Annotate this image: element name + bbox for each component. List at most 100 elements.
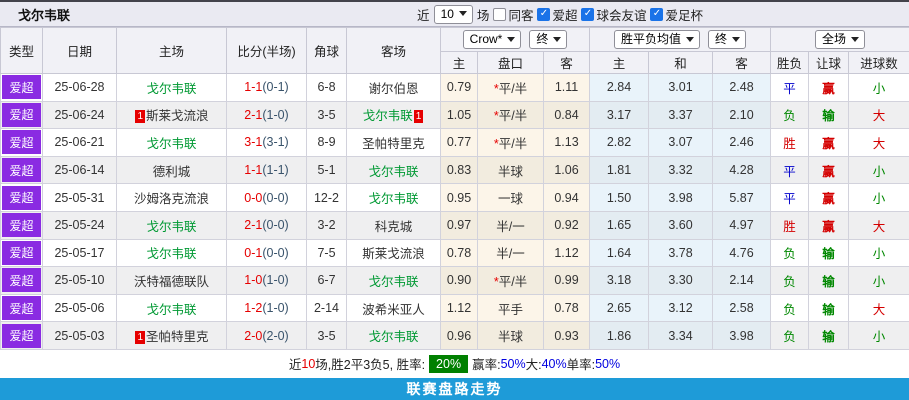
wdl-result: 胜 [771, 211, 809, 239]
result-scope-select[interactable]: 全场 [815, 30, 865, 49]
league-badge[interactable]: 爱超 [2, 75, 41, 99]
league-badge[interactable]: 爱超 [2, 186, 41, 210]
league-badge[interactable]: 爱超 [2, 268, 41, 292]
league-type-cell: 爱超 [1, 211, 43, 239]
ah-away-odds: 0.92 [544, 211, 590, 239]
ah-state-select[interactable]: 终 [529, 30, 567, 49]
team-name[interactable]: 圣帕特里克 [362, 137, 425, 151]
team-name[interactable]: 戈尔韦联 [368, 165, 418, 179]
handicap-result: 赢 [809, 156, 849, 184]
match-date: 25-06-28 [43, 74, 117, 102]
team-name[interactable]: 戈尔韦联 [368, 330, 418, 344]
wdl-result: 平 [771, 184, 809, 212]
ah-line: *平/半 [478, 129, 544, 157]
subheader-wdl: 胜负 [771, 52, 809, 74]
odds-state-select[interactable]: 终 [708, 30, 746, 49]
table-row: 爱超25-05-031圣帕特里克2-0(2-0)3-5戈尔韦联0.96半球0.9… [1, 322, 909, 350]
odds-draw: 3.01 [649, 74, 713, 102]
halftime-score: (1-0) [262, 273, 288, 287]
fulltime-score: 1-1 [244, 163, 262, 177]
match-date: 25-06-14 [43, 156, 117, 184]
odds-draw: 3.78 [649, 239, 713, 267]
cup-checkbox[interactable]: ✓ [650, 8, 663, 21]
team-name[interactable]: 戈尔韦联 [146, 82, 196, 96]
team-name[interactable]: 科克城 [375, 220, 413, 234]
team-name[interactable]: 戈尔韦联 [146, 220, 196, 234]
ah-bookmaker-select[interactable]: Crow* [463, 30, 522, 49]
fulltime-score: 3-1 [244, 135, 262, 149]
ah-home-odds: 0.77 [441, 129, 478, 157]
team-name[interactable]: 波希米亚人 [362, 303, 425, 317]
league-badge[interactable]: 爱超 [2, 103, 41, 127]
odds-home: 1.64 [590, 239, 649, 267]
fulltime-score: 1-0 [244, 273, 262, 287]
corners: 3-5 [307, 322, 347, 350]
ah-away-odds: 1.06 [544, 156, 590, 184]
halftime-score: (0-1) [262, 80, 288, 94]
subheader-odds-home: 主 [590, 52, 649, 74]
odds-away: 2.14 [713, 267, 771, 295]
odds-draw: 3.60 [649, 211, 713, 239]
league-checkbox[interactable]: ✓ [537, 8, 550, 21]
chevron-down-icon [459, 11, 467, 16]
league-badge[interactable]: 爱超 [2, 158, 41, 182]
league-badge[interactable]: 爱超 [2, 241, 41, 265]
team-name[interactable]: 斯莱戈流浪 [146, 109, 209, 123]
team-name[interactable]: 沃特福德联队 [134, 275, 209, 289]
halftime-score: (1-0) [262, 108, 288, 122]
red-card-badge: 1 [135, 110, 145, 123]
home-team: 戈尔韦联 [117, 129, 227, 157]
wdl-result: 负 [771, 294, 809, 322]
team-name[interactable]: 斯莱戈流浪 [362, 247, 425, 261]
friendly-checkbox[interactable]: ✓ [581, 8, 594, 21]
league-badge[interactable]: 爱超 [2, 296, 41, 320]
team-name[interactable]: 谢尔伯恩 [368, 82, 418, 96]
goals-result: 大 [849, 101, 909, 129]
subheader-ah-home: 主 [441, 52, 478, 74]
home-team: 1斯莱戈流浪 [117, 101, 227, 129]
summary-text: 场,胜2平3负5, 胜率: [315, 354, 425, 373]
league-badge[interactable]: 爱超 [2, 130, 41, 154]
odds-home: 1.65 [590, 211, 649, 239]
match-date: 25-05-17 [43, 239, 117, 267]
same-away-checkbox[interactable] [493, 8, 506, 21]
subheader-odds-away: 客 [713, 52, 771, 74]
home-team: 戈尔韦联 [117, 239, 227, 267]
score-cell: 2-0(2-0) [227, 322, 307, 350]
odds-type-select[interactable]: 胜平负均值 [614, 30, 700, 49]
league-badge[interactable]: 爱超 [2, 324, 41, 348]
home-team: 戈尔韦联 [117, 294, 227, 322]
games-count-select[interactable]: 10 [434, 5, 473, 24]
league-badge[interactable]: 爱超 [2, 213, 41, 237]
away-team: 谢尔伯恩 [347, 74, 441, 102]
friendly-checkbox-label: 球会友谊 [596, 5, 646, 24]
fulltime-score: 1-2 [244, 301, 262, 315]
table-row: 爱超25-06-21戈尔韦联3-1(3-1)8-9圣帕特里克0.77*平/半1.… [1, 129, 909, 157]
table-row: 爱超25-05-24戈尔韦联2-1(0-0)3-2科克城0.97半/一0.921… [1, 211, 909, 239]
chevron-down-icon [851, 37, 859, 42]
handicap-result: 输 [809, 294, 849, 322]
section-footer: 联赛盘路走势 [0, 378, 909, 400]
col-header-score: 比分(半场) [227, 28, 307, 74]
team-name[interactable]: 戈尔韦联 [146, 137, 196, 151]
odds-draw: 3.98 [649, 184, 713, 212]
handicap-result: 赢 [809, 129, 849, 157]
ah-away-odds: 0.99 [544, 267, 590, 295]
ah-line: 平手 [478, 294, 544, 322]
team-name[interactable]: 戈尔韦联 [368, 192, 418, 206]
goals-result: 小 [849, 322, 909, 350]
team-name[interactable]: 戈尔韦联 [368, 275, 418, 289]
odds-home: 3.17 [590, 101, 649, 129]
team-name[interactable]: 德利城 [153, 165, 191, 179]
team-name[interactable]: 戈尔韦联 [363, 109, 413, 123]
league-type-cell: 爱超 [1, 267, 43, 295]
summary-text: 近 [289, 354, 302, 373]
corners: 8-9 [307, 129, 347, 157]
odds-draw: 3.34 [649, 322, 713, 350]
handicap-result: 输 [809, 101, 849, 129]
subheader-goals: 进球数 [849, 52, 909, 74]
team-name[interactable]: 戈尔韦联 [146, 303, 196, 317]
team-name[interactable]: 戈尔韦联 [146, 247, 196, 261]
team-name[interactable]: 圣帕特里克 [146, 330, 209, 344]
team-name[interactable]: 沙姆洛克流浪 [134, 192, 209, 206]
